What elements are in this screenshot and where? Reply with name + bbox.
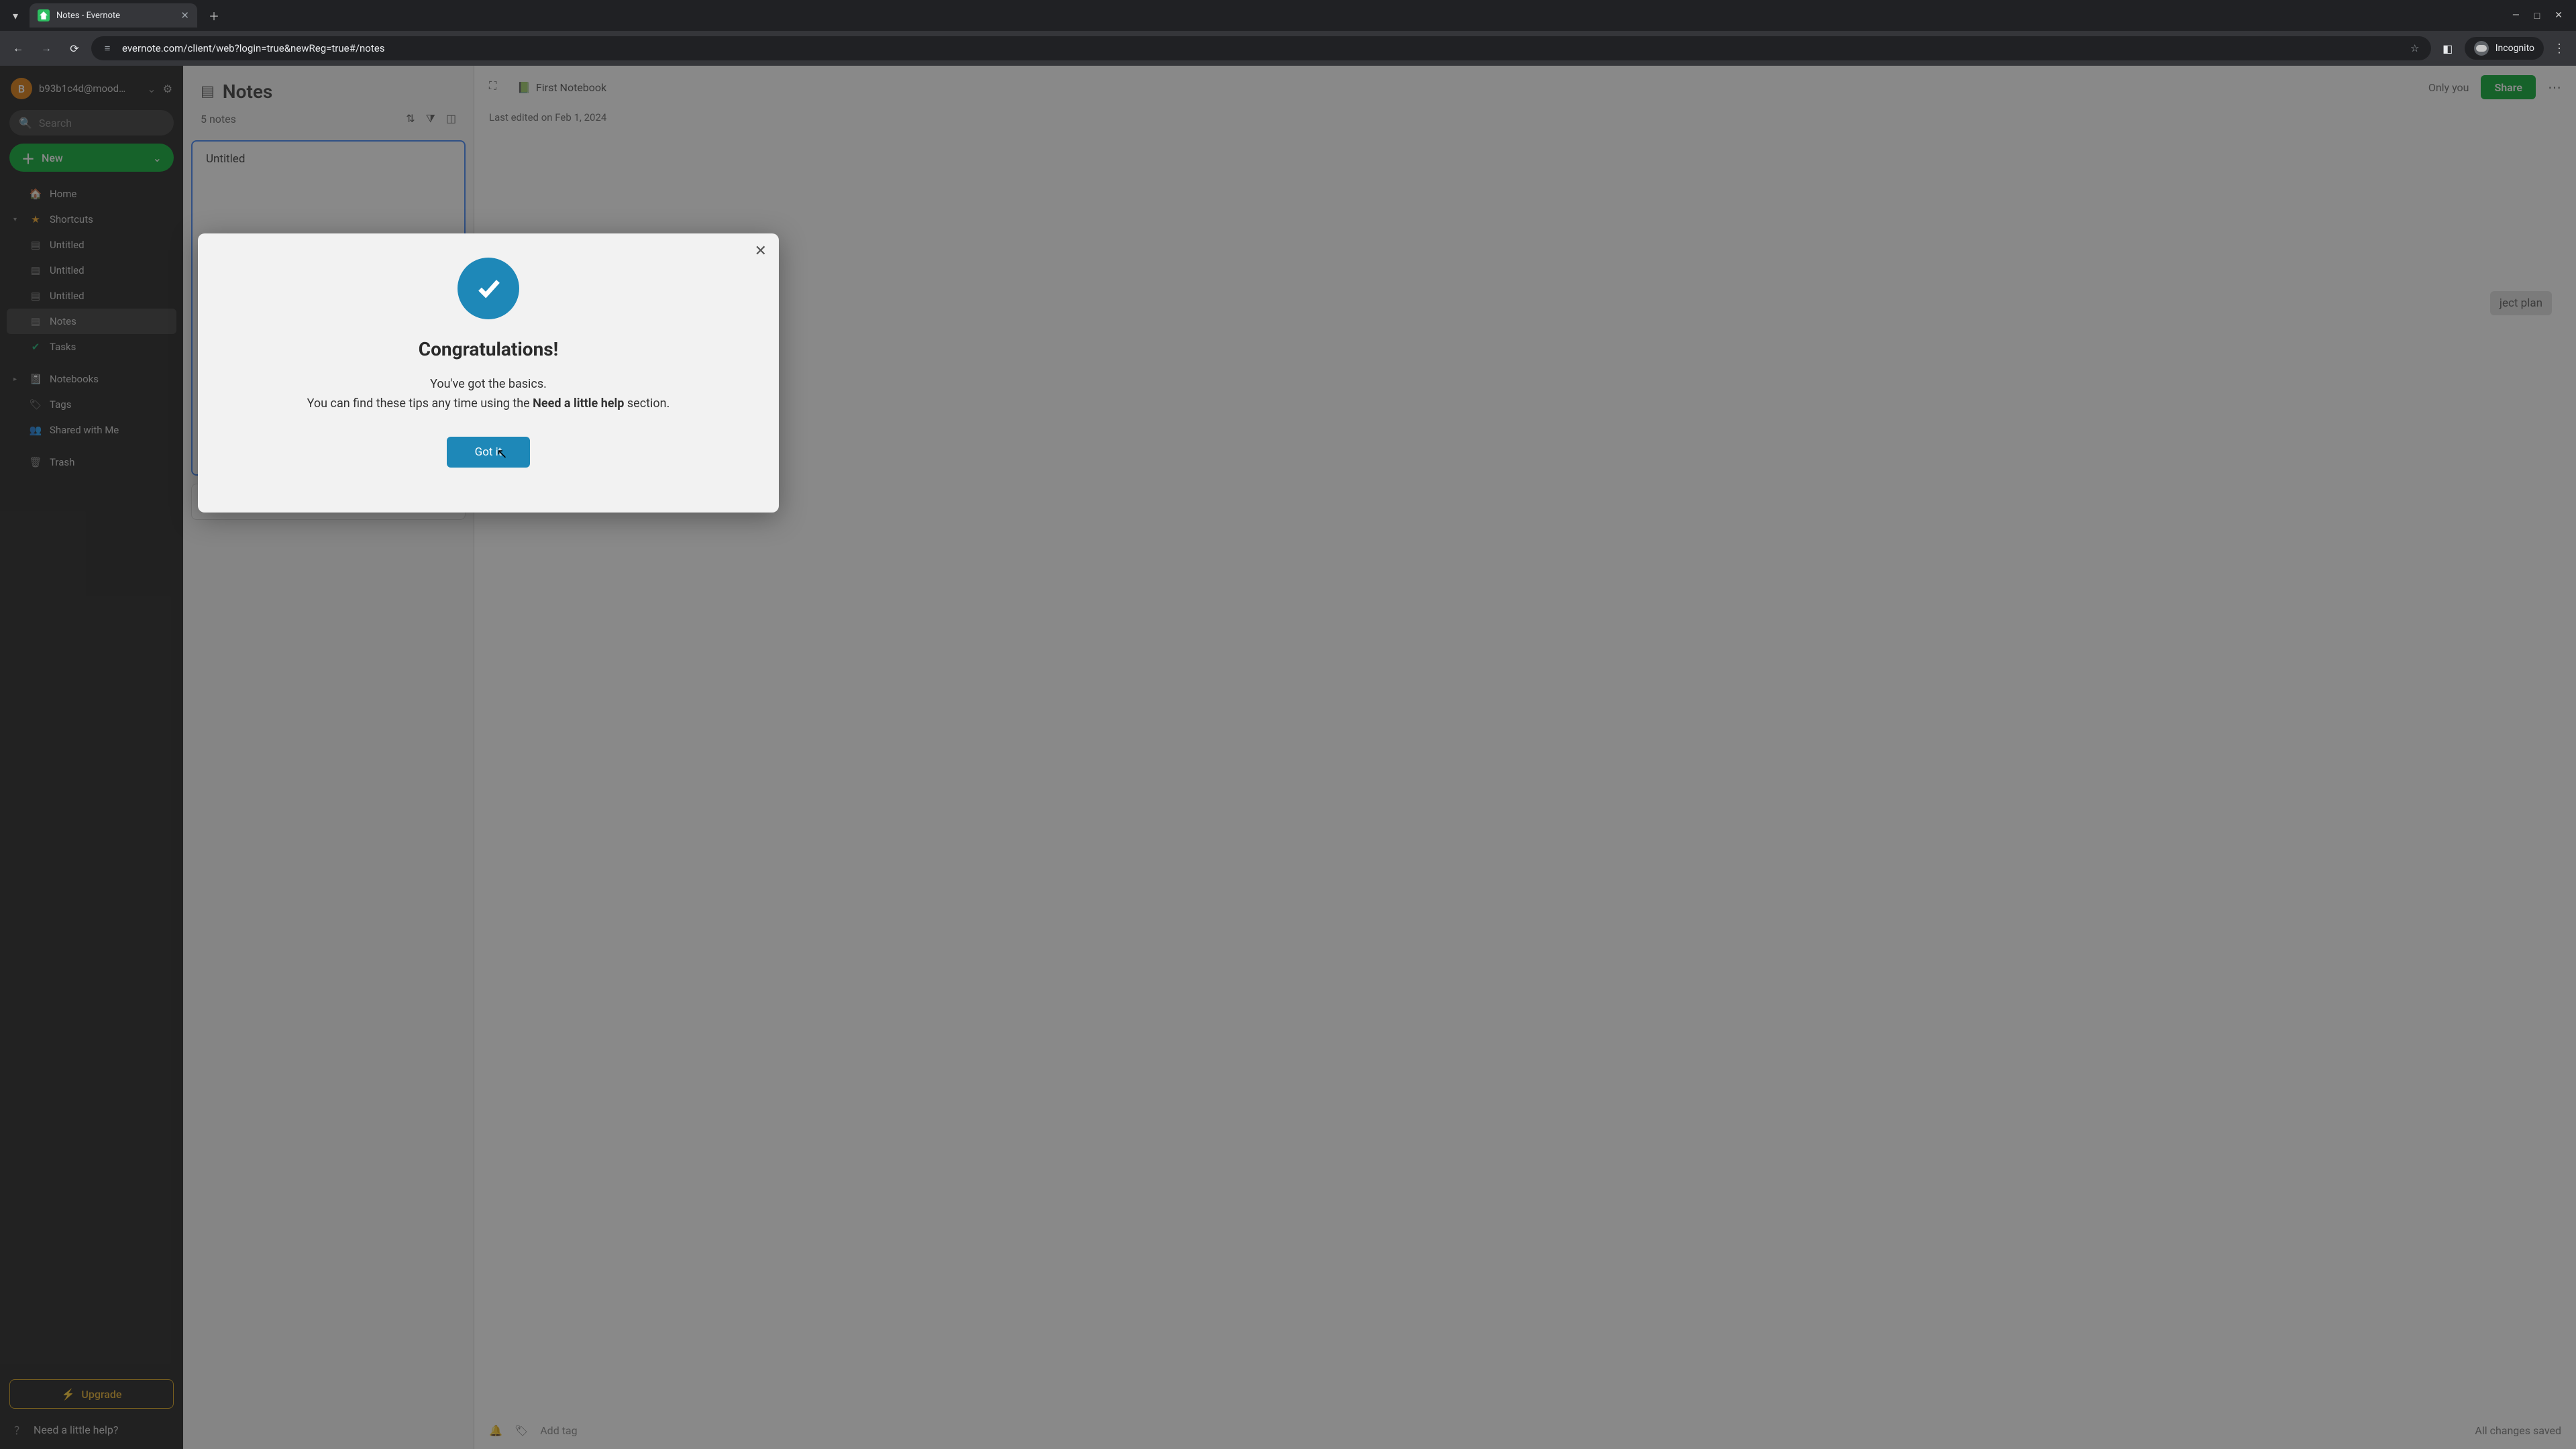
tab-strip: ▾ Notes - Evernote ✕ ＋ ― □ ✕ (0, 0, 2576, 31)
incognito-icon (2474, 41, 2489, 56)
incognito-indicator[interactable]: Incognito (2465, 37, 2544, 60)
modal-line1: You've got the basics. (430, 375, 547, 394)
got-it-label: Got it (475, 445, 502, 459)
modal-line2: You can find these tips any time using t… (307, 394, 670, 414)
tab-title: Notes - Evernote (56, 11, 174, 21)
modal-close-button[interactable]: ✕ (755, 243, 767, 260)
tab-close-icon[interactable]: ✕ (180, 9, 189, 21)
app-viewport: B b93b1c4d@mood… ⌄ ⚙ 🔍 Search ＋ New ⌄ 🏠 … (0, 66, 2576, 1449)
side-panel-button[interactable]: ◧ (2436, 37, 2459, 60)
forward-button[interactable]: → (35, 37, 58, 60)
reload-button[interactable]: ⟳ (63, 37, 86, 60)
browser-chrome: ▾ Notes - Evernote ✕ ＋ ― □ ✕ ← → ⟳ ≡ eve… (0, 0, 2576, 66)
window-controls: ― □ ✕ (2512, 10, 2572, 21)
evernote-favicon-icon (38, 9, 50, 21)
back-button[interactable]: ← (7, 37, 30, 60)
onboarding-complete-modal: ✕ Congratulations! You've got the basics… (198, 233, 779, 513)
incognito-label: Incognito (2496, 43, 2534, 54)
browser-menu-button[interactable]: ⋮ (2549, 42, 2569, 56)
bookmark-star-icon[interactable]: ☆ (2408, 42, 2422, 55)
tab-search-button[interactable]: ▾ (4, 4, 27, 27)
window-maximize-button[interactable]: □ (2534, 10, 2540, 21)
address-bar[interactable]: ≡ evernote.com/client/web?login=true&new… (91, 36, 2431, 60)
window-close-button[interactable]: ✕ (2555, 10, 2563, 21)
window-minimize-button[interactable]: ― (2512, 10, 2520, 21)
url-text: evernote.com/client/web?login=true&newRe… (122, 42, 384, 54)
browser-toolbar: ← → ⟳ ≡ evernote.com/client/web?login=tr… (0, 31, 2576, 66)
got-it-button[interactable]: Got it (447, 437, 531, 468)
modal-title: Congratulations! (419, 338, 559, 360)
browser-tab[interactable]: Notes - Evernote ✕ (30, 3, 197, 28)
site-info-icon[interactable]: ≡ (101, 42, 114, 55)
new-tab-button[interactable]: ＋ (204, 5, 224, 25)
check-badge-icon (458, 258, 519, 319)
